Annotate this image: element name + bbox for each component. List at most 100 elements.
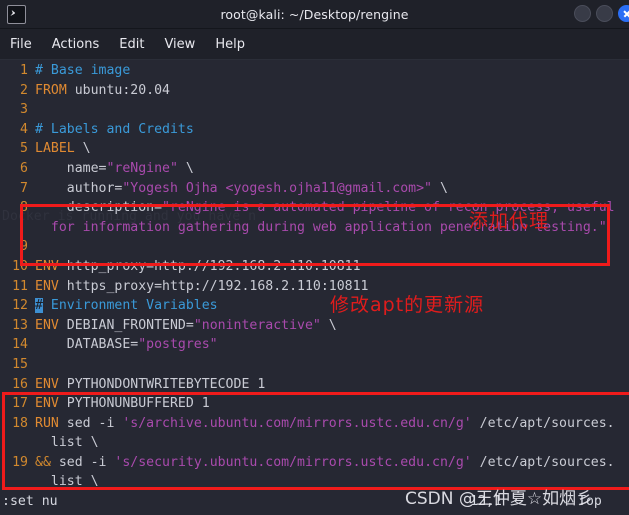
line-number: 11 [12, 278, 28, 294]
code-token: ENV [35, 396, 59, 412]
code-token: list \ [35, 435, 99, 451]
line-number: 7 [20, 180, 28, 196]
line-number: 15 [12, 356, 28, 372]
code-line[interactable]: 19 && sed -i 's/security.ubuntu.com/mirro… [0, 453, 629, 473]
minimize-button[interactable] [574, 5, 591, 22]
code-line[interactable]: 6 name="reNgine" \ [0, 159, 629, 179]
code-token: "Yogesh Ojha <yogesh.ojha11@gmail.com>" [122, 180, 432, 196]
code-token: ENV [35, 278, 59, 294]
code-token: DEBIAN_FRONTEND= [58, 317, 194, 333]
code-token: \ [177, 160, 194, 176]
code-token: 's/security.ubuntu.com/mirrors.ustc.edu.… [114, 454, 472, 470]
code-line[interactable]: 7 author="Yogesh Ojha <yogesh.ojha11@gma… [0, 179, 629, 199]
code-line[interactable]: 12 # Environment Variables [0, 296, 629, 316]
scroll-indicator: Top [578, 494, 602, 509]
code-token: for information gathering during web app… [35, 219, 607, 235]
code-token: "postgres" [138, 337, 218, 353]
code-token: ENV [35, 258, 59, 274]
line-number: 10 [12, 258, 28, 274]
code-line[interactable]: 5 LABEL \ [0, 139, 629, 159]
vim-statusline: :set nu 12,1 Top CSDN @王仲夏☆如烟彡 [0, 489, 629, 513]
line-number: 16 [12, 376, 28, 392]
code-line[interactable]: 17 ENV PYTHONUNBUFFERED 1 [0, 394, 629, 414]
code-line[interactable]: 14 DATABASE="postgres" [0, 335, 629, 355]
code-line[interactable]: 8 description="reNgine is a automated pi… [0, 198, 629, 218]
line-number: 5 [20, 141, 28, 157]
code-token: && [35, 454, 51, 470]
menubar: File Actions Edit View Help [0, 29, 629, 60]
code-token: /etc/apt/sources. [471, 415, 615, 431]
code-token: description= [35, 200, 163, 216]
line-number: 2 [20, 82, 28, 98]
code-line[interactable]: 18 RUN sed -i 's/archive.ubuntu.com/mirro… [0, 414, 629, 434]
code-token: \ [320, 317, 337, 333]
code-token: "noninteractive" [193, 317, 321, 333]
close-button[interactable] [618, 5, 629, 22]
window-titlebar: root@kali: ~/Desktop/rengine [0, 0, 629, 29]
code-token: # [35, 298, 43, 314]
code-line[interactable]: 2 FROM ubuntu:20.04 [0, 81, 629, 101]
maximize-button[interactable] [596, 5, 613, 22]
code-line[interactable]: 13 ENV DEBIAN_FRONTEND="noninteractive" \ [0, 316, 629, 336]
window-title: root@kali: ~/Desktop/rengine [220, 6, 409, 22]
menu-item-view[interactable]: View [164, 37, 195, 52]
code-line[interactable]: 15 [0, 355, 629, 375]
menu-item-actions[interactable]: Actions [52, 37, 100, 52]
code-token: Environment Variables [42, 298, 218, 314]
window-controls [574, 5, 629, 22]
code-token: sed -i [58, 415, 123, 431]
code-token: ubuntu:20.04 [66, 82, 170, 98]
vim-command: :set nu [2, 494, 58, 509]
code-token: LABEL [35, 141, 75, 157]
line-number: 14 [12, 337, 28, 353]
line-number: 8 [20, 200, 28, 216]
line-number: 1 [20, 63, 28, 78]
vim-editor[interactable]: Docker is running and you have n 1 # Base… [0, 60, 629, 515]
line-number: 18 [12, 415, 28, 431]
code-line[interactable]: for information gathering during web app… [0, 218, 629, 238]
line-number: 19 [12, 454, 28, 470]
code-token: author= [35, 180, 123, 196]
line-number: 9 [20, 239, 28, 255]
code-token: http_proxy=http://192.168.2.110:10811 [58, 258, 361, 274]
code-token: RUN [35, 415, 59, 431]
code-token: PYTHONDONTWRITEBYTECODE 1 [58, 376, 266, 392]
menu-item-edit[interactable]: Edit [119, 37, 144, 52]
code-token: sed -i [50, 454, 115, 470]
code-token: "reNgine is a automated pipeline of reco… [162, 200, 615, 216]
line-number: 3 [20, 102, 28, 118]
code-line[interactable]: 3 [0, 100, 629, 120]
code-token: list \ [35, 474, 99, 490]
code-token: 's/archive.ubuntu.com/mirrors.ustc.edu.c… [122, 415, 472, 431]
code-token: FROM [35, 82, 67, 98]
terminal-icon [7, 4, 26, 24]
code-token: \ [432, 180, 448, 196]
line-number: 13 [12, 317, 28, 333]
line-number: 6 [20, 160, 28, 176]
code-token: PYTHONUNBUFFERED 1 [58, 396, 210, 412]
code-line[interactable]: 11 ENV https_proxy=http://192.168.2.110:1… [0, 277, 629, 297]
code-token: ENV [35, 376, 59, 392]
menu-item-file[interactable]: File [10, 37, 32, 52]
code-token: ENV [35, 317, 59, 333]
code-token: /etc/apt/sources. [471, 454, 615, 470]
code-area[interactable]: 1 # Base image 2 FROM ubuntu:20.04 3 4 # Label… [0, 60, 629, 515]
code-token: https_proxy=http://192.168.2.110:10811 [58, 278, 369, 294]
code-token: # Labels and Credits [35, 121, 194, 137]
code-line[interactable]: 16 ENV PYTHONDONTWRITEBYTECODE 1 [0, 375, 629, 395]
line-number: 4 [20, 121, 28, 137]
line-number: 12 [12, 298, 28, 314]
code-line[interactable]: list \ [0, 433, 629, 453]
code-line[interactable]: 4 # Labels and Credits [0, 120, 629, 140]
code-line[interactable]: 1 # Base image [0, 61, 629, 81]
code-token: name= [35, 160, 107, 176]
cursor-position: 12,1 [470, 494, 502, 509]
code-token: # Base image [35, 63, 131, 78]
menu-item-help[interactable]: Help [215, 37, 245, 52]
code-line[interactable]: 9 [0, 237, 629, 257]
code-line[interactable]: 10 ENV http_proxy=http://192.168.2.110:10… [0, 257, 629, 277]
line-number: 17 [12, 396, 28, 412]
code-token: DATABASE= [35, 337, 139, 353]
code-token: "reNgine" [106, 160, 178, 176]
code-token: \ [74, 141, 91, 157]
